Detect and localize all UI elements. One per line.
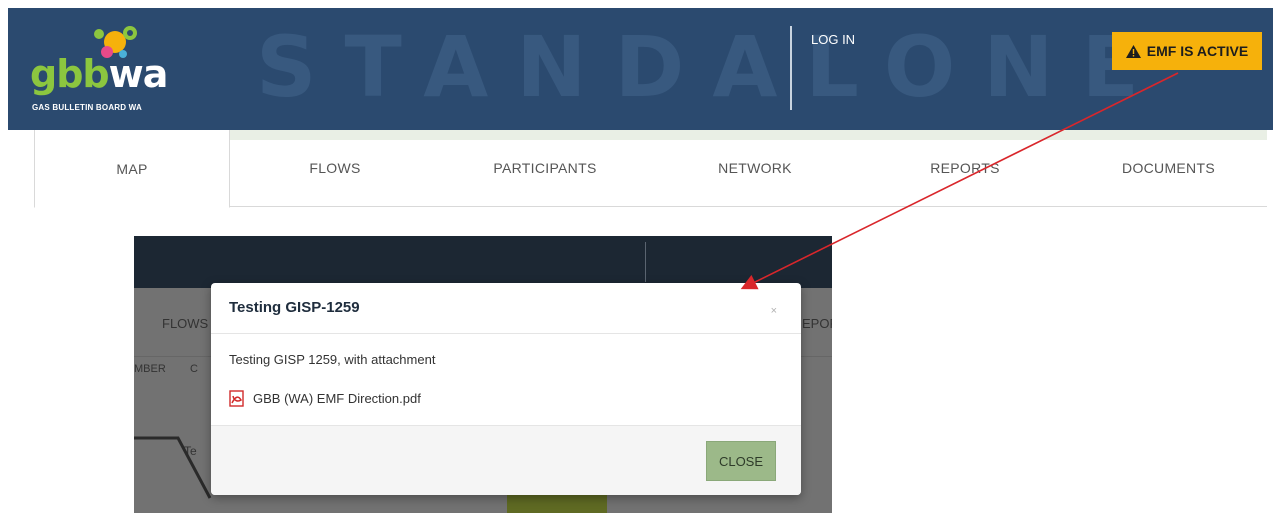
annotation-arrow xyxy=(740,72,1179,290)
